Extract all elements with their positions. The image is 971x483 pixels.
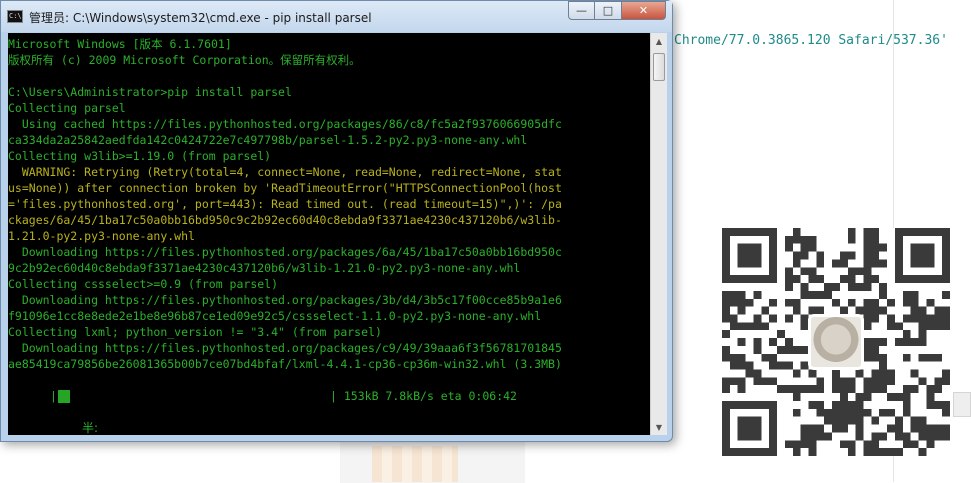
scroll-thumb[interactable]	[653, 53, 665, 81]
console-output[interactable]: Microsoft Windows [版本 6.1.7601] 版权所有 (c) …	[8, 33, 650, 435]
console-line: Using cached https://files.pythonhosted.…	[8, 117, 562, 131]
window-title: 管理员: C:\Windows\system32\cmd.exe - pip i…	[29, 11, 372, 25]
progress-bar-left-edge: |	[50, 389, 57, 403]
console-scrollbar[interactable]: ▲ ▼	[650, 33, 667, 435]
console-line: Collecting w3lib>=1.19.0 (from parsel)	[8, 149, 272, 163]
console-line: Collecting parsel	[8, 101, 126, 115]
minimize-button[interactable]: —	[568, 1, 595, 20]
console-line: Downloading https://files.pythonhosted.o…	[8, 245, 562, 259]
console-line: ae85419ca79856be26081365b00b7ce07bd4bfaf…	[8, 357, 562, 371]
progress-bar-right-edge: |	[330, 389, 337, 403]
scroll-down-icon[interactable]: ▼	[651, 419, 667, 435]
qr-code-image	[722, 228, 950, 456]
console-line: ='files.pythonhosted.org', port=443): Re…	[8, 197, 562, 211]
maximize-button[interactable]: □	[595, 1, 622, 20]
ime-status: 半:	[82, 421, 99, 435]
console-line: ckages/6a/45/1ba17c50a0bb16bd950c9c2b92e…	[8, 213, 562, 227]
console-line: Downloading https://files.pythonhosted.o…	[8, 341, 562, 355]
console-line: 9c2b92ec60d40c8ebda9f3371ae4230c437120b6…	[8, 261, 521, 275]
console-line: Downloading https://files.pythonhosted.o…	[8, 293, 562, 307]
console-line: ca334da2a25842aedfda142c0424722e7c497798…	[8, 133, 528, 147]
console-line: 版权所有 (c) 2009 Microsoft Corporation。保留所有…	[8, 53, 361, 67]
console-line: WARNING: Retrying (Retry(total=4, connec…	[8, 165, 562, 179]
progress-bar-fill	[58, 390, 70, 403]
background-code-snippet: Chrome/77.0.3865.120 Safari/537.36'	[674, 33, 948, 48]
close-button[interactable]: ✕	[622, 1, 666, 20]
console-line: f91096e1cc8e8ede2e1be8e96b87ce1ed09e92c5…	[8, 309, 542, 323]
console-line: 1.21.0-py2.py3-none-any.whl	[8, 229, 195, 243]
window-controls: — □ ✕	[568, 1, 666, 21]
download-progress: | | 153kB 7.8kB/s eta 0:06:42	[8, 388, 650, 404]
progress-stats-text: 153kB 7.8kB/s eta 0:06:42	[343, 389, 517, 403]
console-line: Collecting cssselect>=0.9 (from parsel)	[8, 277, 279, 291]
console-line: us=None)) after connection broken by 'Re…	[8, 181, 562, 195]
progress-stats: | 153kB 7.8kB/s eta 0:06:42	[330, 388, 517, 404]
qr-center-avatar	[808, 314, 864, 370]
cmd-window: C:\ 管理员: C:\Windows\system32\cmd.exe - p…	[0, 0, 673, 442]
console-line: Collecting lxml; python_version != "3.4"…	[8, 325, 382, 339]
background-thumbnail	[372, 446, 458, 482]
title-bar[interactable]: C:\ 管理员: C:\Windows\system32\cmd.exe - p…	[1, 1, 672, 32]
scroll-up-icon[interactable]: ▲	[651, 33, 667, 49]
console-lines: Microsoft Windows [版本 6.1.7601] 版权所有 (c) …	[8, 36, 562, 372]
page-scroll-handle[interactable]	[953, 392, 971, 417]
console-line: Microsoft Windows [版本 6.1.7601]	[8, 37, 232, 51]
console-line: C:\Users\Administrator>pip install parse…	[8, 85, 292, 99]
cmd-app-icon[interactable]: C:\	[7, 10, 23, 23]
